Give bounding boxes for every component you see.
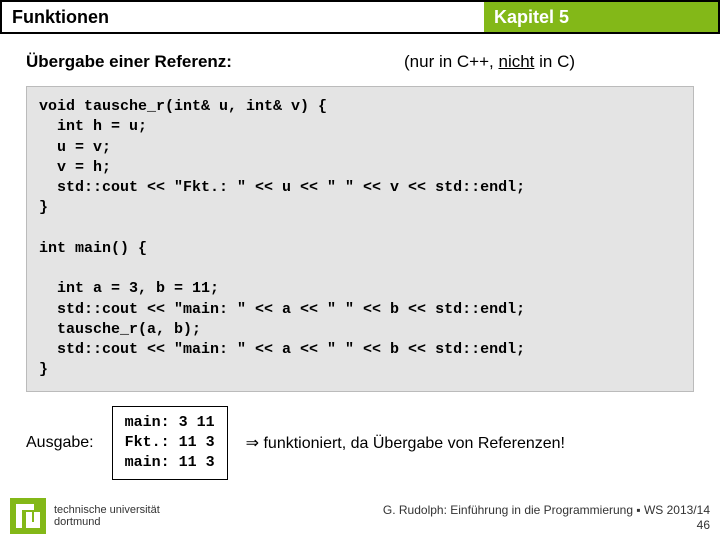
- university-logo: technische universität dortmund: [10, 498, 160, 534]
- output-label: Ausgabe:: [26, 434, 94, 452]
- footer-page-number: 46: [383, 518, 710, 534]
- university-name-line1: technische universität: [54, 504, 160, 516]
- university-name: technische universität dortmund: [54, 504, 160, 528]
- code-block: void tausche_r(int& u, int& v) { int h =…: [26, 86, 694, 392]
- subtitle-right-underlined: nicht: [499, 52, 535, 71]
- slide-footer: G. Rudolph: Einführung in die Programmie…: [383, 503, 710, 534]
- tu-logo-icon: [10, 498, 46, 534]
- header-topic: Funktionen: [0, 0, 484, 34]
- header-chapter: Kapitel 5: [484, 0, 720, 34]
- subtitle-right: (nur in C++, nicht in C): [404, 52, 694, 72]
- subtitle-right-prefix: (nur in C++,: [404, 52, 499, 71]
- subtitle-right-suffix: in C): [534, 52, 575, 71]
- subtitle-left: Übergabe einer Referenz:: [26, 52, 404, 72]
- slide-header: Funktionen Kapitel 5: [0, 0, 720, 34]
- slide-content: Übergabe einer Referenz: (nur in C++, ni…: [0, 34, 720, 392]
- output-box: main: 3 11 Fkt.: 11 3 main: 11 3: [112, 406, 228, 481]
- footer-credit: G. Rudolph: Einführung in die Programmie…: [383, 503, 710, 519]
- university-name-line2: dortmund: [54, 516, 160, 528]
- subtitle-row: Übergabe einer Referenz: (nur in C++, ni…: [26, 52, 694, 72]
- conclusion-note: ⇒ funktioniert, da Übergabe von Referenz…: [246, 433, 565, 453]
- output-row: Ausgabe: main: 3 11 Fkt.: 11 3 main: 11 …: [0, 406, 720, 481]
